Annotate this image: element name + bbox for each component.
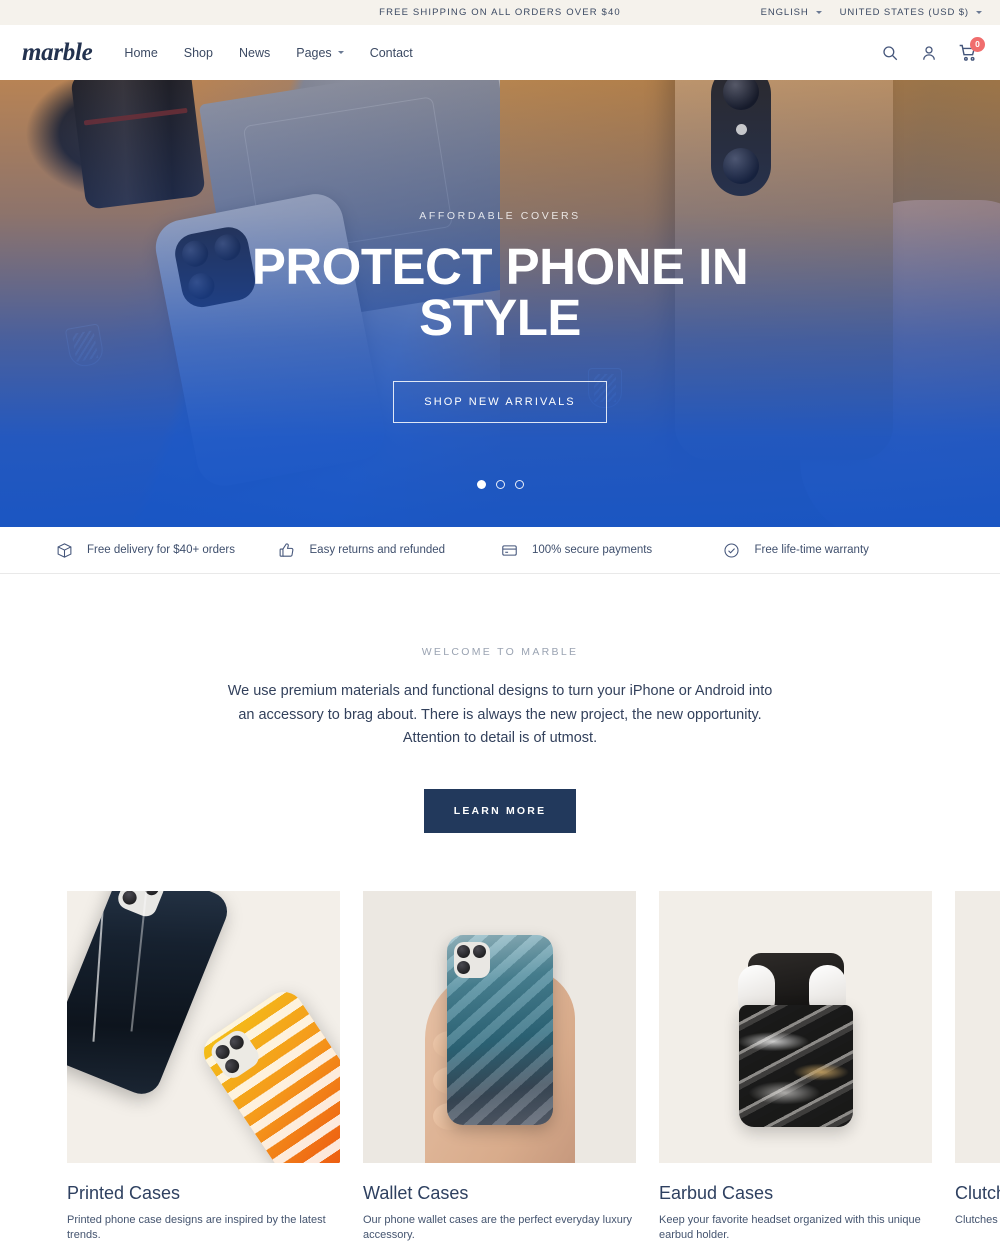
announcement-bar: FREE SHIPPING ON ALL ORDERS OVER $40 ENG… <box>0 0 1000 25</box>
nav-label: News <box>238 45 271 60</box>
feature-easy-returns: Easy returns and refunded <box>278 541 501 559</box>
carousel-dot-2[interactable] <box>495 480 505 489</box>
learn-more-button[interactable]: LEARN MORE <box>423 788 577 833</box>
collection-description: Printed phone case designs are inspired … <box>67 1213 326 1241</box>
cart-count-badge: 0 <box>970 36 985 52</box>
chevron-down-icon <box>976 11 982 14</box>
collection-description: Our phone wallet cases are the perfect e… <box>363 1213 633 1241</box>
hero-title: PROTECT PHONE IN STYLE <box>251 238 749 346</box>
locale-selectors: ENGLISH UNITED STATES (USD $) <box>761 7 1000 18</box>
shop-new-arrivals-button[interactable]: SHOP NEW ARRIVALS <box>393 381 607 423</box>
collection-image <box>955 890 1000 1163</box>
welcome-body-text: We use premium materials and functional … <box>227 683 773 746</box>
nav-item-home[interactable]: Home <box>124 46 157 60</box>
collection-description: Clutches ar <box>955 1213 1000 1226</box>
nav-label: Contact <box>369 45 413 60</box>
collection-image <box>363 890 636 1163</box>
search-icon[interactable] <box>880 43 900 63</box>
feature-warranty: Free life-time warranty <box>723 541 946 559</box>
nav-item-pages[interactable]: Pages <box>296 45 344 60</box>
thumbs-up-icon <box>278 541 296 559</box>
nav-label: Home <box>124 45 158 60</box>
hero-eyebrow: AFFORDABLE COVERS <box>419 210 581 222</box>
language-selector-label: ENGLISH <box>760 7 809 18</box>
chevron-down-icon <box>337 51 344 54</box>
check-circle-icon <box>723 541 741 559</box>
nav-item-news[interactable]: News <box>239 46 270 60</box>
feature-label: 100% secure payments <box>532 544 653 556</box>
dark-marble-case-art <box>67 890 234 1100</box>
collection-image <box>659 890 932 1163</box>
marble-earbud-case-art <box>739 1004 853 1127</box>
collection-card-clutch[interactable]: Clutch Clutches ar <box>955 890 1000 1243</box>
feature-free-delivery: Free delivery for $40+ orders <box>55 541 278 559</box>
language-selector[interactable]: ENGLISH <box>761 7 822 18</box>
nav-item-contact[interactable]: Contact <box>370 46 413 60</box>
collection-title: Clutch <box>955 1182 1000 1203</box>
feature-label: Free life-time warranty <box>754 544 869 556</box>
site-logo[interactable]: marble <box>22 39 93 67</box>
carousel-dot-1[interactable] <box>476 480 486 489</box>
feature-secure-payments: 100% secure payments <box>500 541 723 559</box>
welcome-eyebrow: WELCOME TO MARBLE <box>421 646 579 658</box>
nav-label: Pages <box>296 45 332 60</box>
collection-card-earbud-cases[interactable]: Earbud Cases Keep your favorite headset … <box>659 890 932 1243</box>
hero-content: AFFORDABLE COVERS PROTECT PHONE IN STYLE… <box>0 80 1000 527</box>
collection-title: Wallet Cases <box>363 1182 469 1203</box>
feature-label: Free delivery for $40+ orders <box>87 544 235 556</box>
package-icon <box>55 541 73 559</box>
collection-title: Printed Cases <box>67 1182 181 1203</box>
credit-card-icon <box>500 541 518 559</box>
orange-striped-case-art <box>196 983 340 1163</box>
carousel-dot-3[interactable] <box>514 480 524 489</box>
feature-label: Easy returns and refunded <box>309 544 446 556</box>
chevron-down-icon <box>815 11 822 14</box>
site-header: marble Home Shop News Pages Contact 0 <box>0 25 1000 80</box>
hero-carousel: AFFORDABLE COVERS PROTECT PHONE IN STYLE… <box>0 80 1000 527</box>
collection-description: Keep your favorite headset organized wit… <box>659 1213 921 1241</box>
currency-selector[interactable]: UNITED STATES (USD $) <box>840 7 982 18</box>
collection-card-wallet-cases[interactable]: Wallet Cases Our phone wallet cases are … <box>363 890 636 1243</box>
welcome-section: WELCOME TO MARBLE We use premium materia… <box>0 574 1000 833</box>
collection-carousel[interactable]: Printed Cases Printed phone case designs… <box>0 890 1000 1243</box>
collection-card-printed-cases[interactable]: Printed Cases Printed phone case designs… <box>67 890 340 1243</box>
user-icon[interactable] <box>919 43 939 63</box>
collection-image <box>67 890 340 1163</box>
nav-item-shop[interactable]: Shop <box>184 46 213 60</box>
feature-bar: Free delivery for $40+ orders Easy retur… <box>0 527 1000 574</box>
carousel-dots <box>0 480 1000 489</box>
cart-icon[interactable]: 0 <box>958 36 985 63</box>
main-navigation: Home Shop News Pages Contact <box>124 46 412 60</box>
collection-title: Earbud Cases <box>659 1182 774 1203</box>
nav-label: Shop <box>183 45 213 60</box>
teal-chevron-case-art <box>447 934 553 1125</box>
header-actions: 0 <box>880 36 985 63</box>
currency-selector-label: UNITED STATES (USD $) <box>839 7 969 18</box>
